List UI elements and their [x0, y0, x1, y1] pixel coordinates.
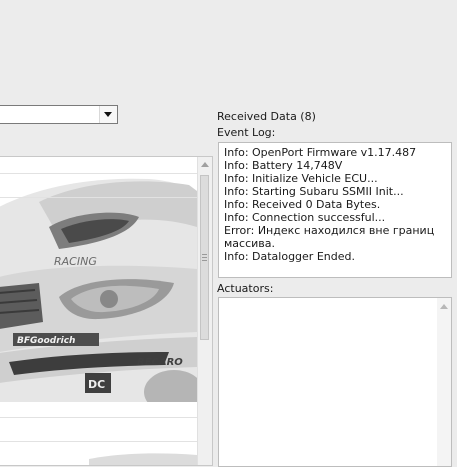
log-line: Info: Connection successful... — [224, 211, 386, 224]
bfgoodrich-logo: BFGoodrich — [17, 336, 75, 346]
chevron-down-icon[interactable] — [99, 106, 117, 123]
recaro-logo: RECARO — [137, 357, 183, 368]
actuators-label: Actuators: — [217, 282, 274, 295]
event-log-label: Event Log: — [217, 126, 276, 139]
car-background-image: RACING BFGoodrich RECARO DC — [0, 178, 197, 465]
vertical-scrollbar[interactable] — [197, 157, 212, 465]
scroll-up-icon[interactable] — [440, 304, 448, 309]
scroll-up-icon[interactable] — [201, 162, 209, 167]
log-line: Info: Received 0 Data Bytes. — [224, 198, 381, 211]
event-log-box[interactable]: Info: OpenPort Firmware v1.17.487 Info: … — [218, 142, 452, 278]
profile-dropdown[interactable] — [0, 105, 118, 124]
actuators-box[interactable] — [218, 297, 452, 467]
log-line: Info: OpenPort Firmware v1.17.487 — [224, 146, 417, 159]
log-line: Info: Battery 14,748V — [224, 159, 343, 172]
log-line-error: Error: Индекс находился вне границ масси… — [224, 224, 435, 250]
svg-text:RACING: RACING — [54, 255, 97, 268]
log-line: Info: Starting Subaru SSMII Init... — [224, 185, 404, 198]
received-data-label: Received Data (8) — [217, 110, 316, 123]
log-line: Info: Datalogger Ended. — [224, 250, 355, 263]
log-line: Info: Initialize Vehicle ECU... — [224, 172, 378, 185]
scroll-thumb[interactable] — [200, 175, 209, 340]
dc-logo: DC — [88, 378, 105, 391]
actuators-scrollbar[interactable] — [437, 298, 451, 466]
parameter-list-panel[interactable]: RACING BFGoodrich RECARO DC — [0, 156, 213, 466]
